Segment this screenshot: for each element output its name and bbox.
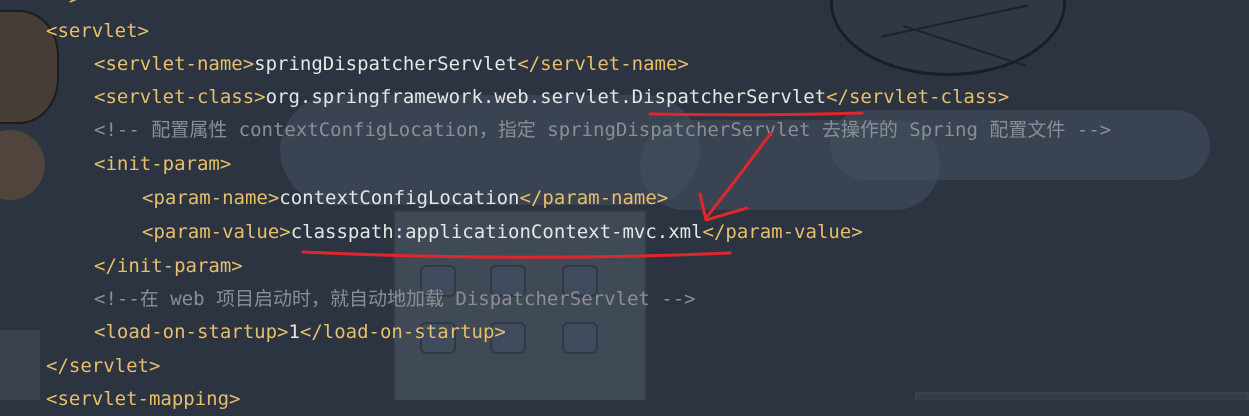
code-line-load-on-startup: <load-on-startup>1</load-on-startup> <box>94 321 506 343</box>
code-line-comment-startup: <!--在 web 项目启动时，就自动地加载 DispatcherServlet… <box>94 288 696 310</box>
code-line-servlet-close: </servlet> <box>46 355 161 377</box>
code-line-0: --> <box>46 0 80 15</box>
code-line-comment-config: <!-- 配置属性 contextConfigLocation，指定 sprin… <box>94 119 1112 141</box>
code-line-init-param-open: <init-param> <box>94 153 232 175</box>
code-line-param-value: <param-value>classpath:applicationContex… <box>142 221 863 243</box>
code-line-servlet-class: <servlet-class>org.springframework.web.s… <box>94 86 1010 108</box>
code-line-init-param-close: </init-param> <box>94 255 243 277</box>
code-line-servlet-open: <servlet> <box>46 20 149 42</box>
code-line-servlet-name: <servlet-name>springDispatcherServlet</s… <box>94 53 689 75</box>
ball-illustration <box>830 0 1066 76</box>
code-line-param-name: <param-name>contextConfigLocation</param… <box>142 187 669 209</box>
